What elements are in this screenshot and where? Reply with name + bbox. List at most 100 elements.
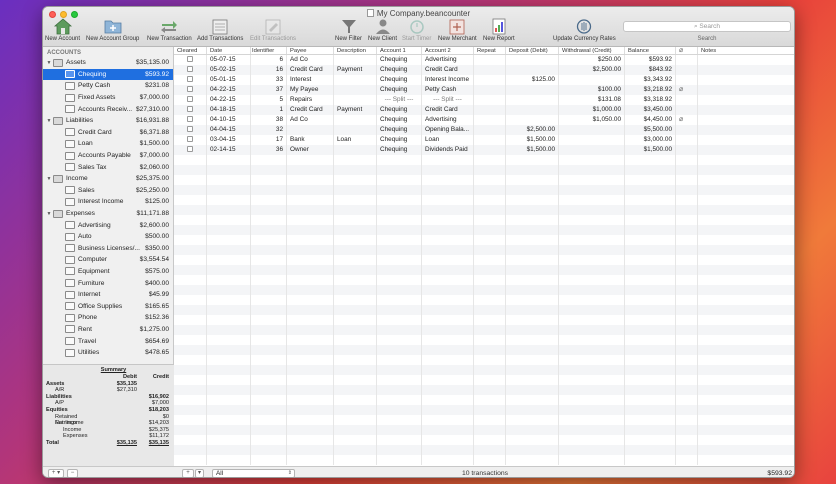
column-header[interactable]: Account 2 (422, 47, 474, 54)
summary-debit: $35,135 (116, 380, 137, 387)
cell-desc (334, 55, 377, 65)
new-merchant-button[interactable]: New Merchant (438, 18, 477, 42)
table-row[interactable]: 05-07-15 6 Ad Co Chequing Advertising $250.00… (174, 55, 794, 65)
column-header[interactable]: ⌀ (676, 47, 698, 54)
sidebar-item[interactable]: Equipment $575.00 (43, 266, 173, 278)
cell-notes (698, 85, 794, 95)
sidebar-item[interactable]: Interest Income $125.00 (43, 196, 173, 208)
sidebar-item-amount: $125.00 (145, 198, 169, 206)
disclosure-triangle-icon[interactable]: ▼ (45, 60, 53, 66)
sidebar-item[interactable]: Phone $152.36 (43, 312, 173, 324)
sidebar-item-amount: $152.36 (145, 314, 169, 322)
sidebar-item-amount: $400.00 (145, 279, 169, 287)
cell-a2: Petty Cash (422, 85, 474, 95)
column-header[interactable]: Description (334, 47, 377, 54)
cleared-checkbox[interactable] (187, 56, 193, 62)
sidebar-item[interactable]: Travel $654.69 (43, 335, 173, 347)
sidebar-item[interactable]: Accounts Payable $7,000.00 (43, 150, 173, 162)
sidebar-item-amount: $7,000.00 (139, 94, 169, 102)
new-account-button[interactable]: New Account (45, 18, 80, 42)
sidebar-item[interactable]: Auto $500.00 (43, 231, 173, 243)
cell-payee: Ad Co (287, 115, 334, 125)
cell-cleared (174, 145, 207, 155)
paperclip-icon[interactable]: ⌀ (679, 116, 683, 123)
sidebar-item[interactable]: Fixed Assets $7,000.00 (43, 92, 173, 104)
sidebar-item[interactable]: Business Licenses/... $350.00 (43, 243, 173, 255)
table-row[interactable]: 05-01-15 33 Interest Chequing Interest Incom… (174, 75, 794, 85)
table-row[interactable]: 04-22-15 37 My Payee Chequing Petty Cash $100… (174, 85, 794, 95)
sidebar-item[interactable]: Computer $3,554.54 (43, 254, 173, 266)
sidebar-item[interactable]: Loan $1,500.00 (43, 138, 173, 150)
cleared-checkbox[interactable] (187, 96, 193, 102)
sidebar-item[interactable]: Sales Tax $2,060.00 (43, 161, 173, 173)
sidebar-item[interactable]: ▼ Income $25,375.00 (43, 173, 173, 185)
column-header[interactable]: Notes (698, 47, 794, 54)
cell-date: 04-04-15 (207, 125, 251, 135)
sidebar-item[interactable]: Sales $25,250.00 (43, 185, 173, 197)
table-row[interactable]: 04-22-15 5 Repairs --- Split --- --- Split -… (174, 95, 794, 105)
sidebar-item[interactable]: Petty Cash $231.08 (43, 80, 173, 92)
summary-credit-header: Credit (152, 374, 169, 380)
new-account-group-button[interactable]: New Account Group (86, 18, 139, 42)
table-row[interactable]: 05-02-15 16 Credit Card Payment Chequing Cred… (174, 65, 794, 75)
sidebar-item-label: Accounts Receiv... (78, 105, 133, 113)
column-header[interactable]: Payee (287, 47, 334, 54)
sidebar-item[interactable]: Internet $45.99 (43, 289, 173, 301)
cell-date: 05-07-15 (207, 55, 251, 65)
table-row[interactable]: 02-14-15 36 Owner Chequing Dividends Paid $1,… (174, 145, 794, 155)
cleared-checkbox[interactable] (187, 106, 193, 112)
add-account-menu-button[interactable]: + ▾ (48, 468, 64, 477)
cell-wd (559, 145, 625, 155)
sidebar-item-label: Petty Cash (78, 82, 111, 90)
column-header[interactable]: Cleared (174, 47, 207, 54)
cleared-checkbox[interactable] (187, 146, 193, 152)
column-header[interactable]: Account 1 (377, 47, 422, 54)
disclosure-triangle-icon[interactable]: ▼ (45, 176, 53, 182)
table-row[interactable]: 04-18-15 1 Credit Card Payment Chequing Credi… (174, 105, 794, 115)
column-header[interactable]: Balance (625, 47, 676, 54)
table-row[interactable]: 04-04-15 32 Chequing Opening Bala... $2,500.… (174, 125, 794, 135)
cleared-checkbox[interactable] (187, 116, 193, 122)
cleared-checkbox[interactable] (187, 136, 193, 142)
sidebar-item[interactable]: ▼ Assets $35,135.00 (43, 57, 173, 69)
cleared-checkbox[interactable] (187, 66, 193, 72)
disclosure-triangle-icon[interactable]: ▼ (45, 211, 53, 217)
sidebar-item-label: Interest Income (78, 198, 124, 206)
sidebar-item[interactable]: ▼ Liabilities $16,931.88 (43, 115, 173, 127)
cleared-checkbox[interactable] (187, 126, 193, 132)
disclosure-triangle-icon[interactable]: ▼ (45, 118, 53, 124)
table-row[interactable]: 03-04-15 17 Bank Loan Chequing Loan $1,500.00 $… (174, 135, 794, 145)
search-input[interactable]: ⌕ Search (623, 21, 791, 32)
paperclip-icon[interactable]: ⌀ (679, 86, 683, 93)
new-report-button[interactable]: New Report (483, 18, 515, 42)
sidebar-item[interactable]: Rent $1,275.00 (43, 324, 173, 336)
remove-account-button[interactable]: − (67, 468, 78, 477)
update-currency-rates-button[interactable]: Update Currency Rates (553, 18, 616, 42)
sidebar-item[interactable]: Accounts Receiv... $27,310.00 (43, 103, 173, 115)
summary-credit: $18,203 (148, 406, 169, 413)
cleared-checkbox[interactable] (187, 76, 193, 82)
add-transactions-button[interactable]: Add Transactions (197, 18, 243, 42)
start-timer-button[interactable]: Start Timer (402, 18, 431, 42)
table-row[interactable]: 04-10-15 38 Ad Co Chequing Advertising $1,050… (174, 115, 794, 125)
new-filter-button[interactable]: New Filter (335, 18, 362, 42)
cell-a1: --- Split --- (377, 95, 422, 105)
column-header[interactable]: Date (207, 47, 251, 54)
column-header[interactable]: Identifier (251, 47, 287, 54)
sidebar-item[interactable]: ▼ Expenses $11,171.88 (43, 208, 173, 220)
cell-desc: Payment (334, 65, 377, 75)
sidebar-item[interactable]: Credit Card $6,371.88 (43, 127, 173, 139)
edit-transactions-button[interactable]: Edit Transactions (250, 18, 296, 42)
column-header[interactable]: Withdrawal (Credit) (559, 47, 625, 54)
sidebar-item[interactable]: Chequing $593.92 (43, 68, 173, 81)
sidebar-item[interactable]: Utilities $478.65 (43, 347, 173, 359)
sidebar-item[interactable]: Office Supplies $165.65 (43, 300, 173, 312)
sidebar-item-label: Liabilities (66, 117, 94, 125)
sidebar-item[interactable]: Furniture $400.00 (43, 277, 173, 289)
cleared-checkbox[interactable] (187, 86, 193, 92)
new-client-button[interactable]: New Client (368, 18, 397, 42)
sidebar-item[interactable]: Advertising $2,600.00 (43, 219, 173, 231)
new-transaction-button[interactable]: New Transaction (147, 18, 192, 42)
column-header[interactable]: Deposit (Debit) (506, 47, 559, 54)
column-header[interactable]: Repeat (474, 47, 506, 54)
